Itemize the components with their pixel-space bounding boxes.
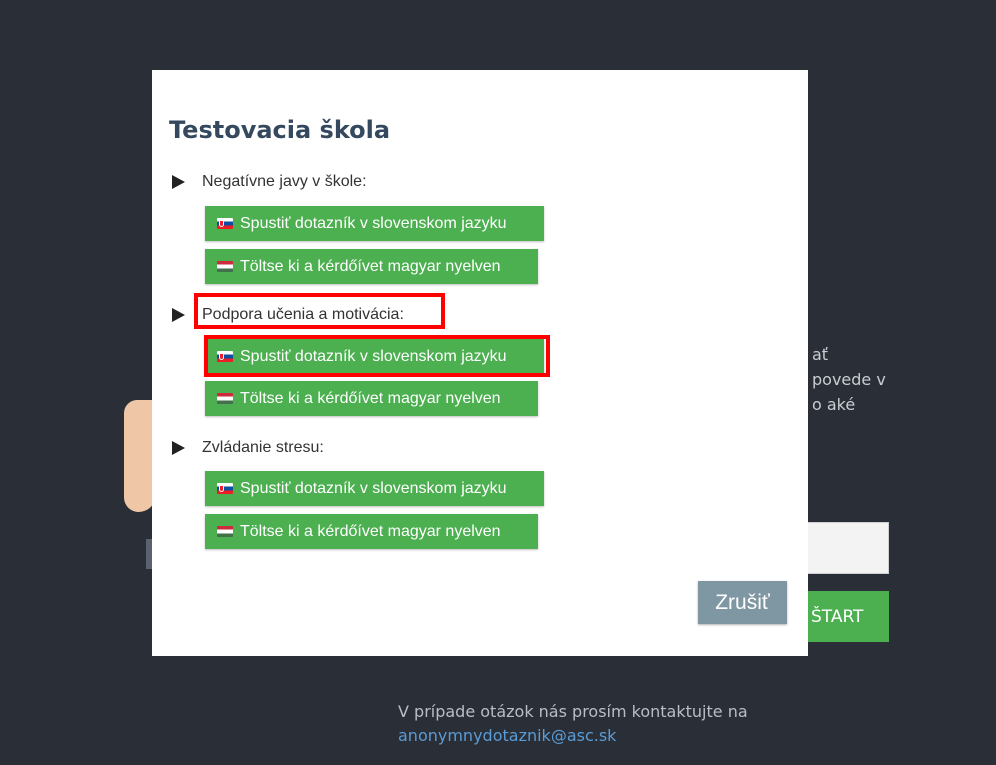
start-hungarian-survey-button[interactable]: Töltse ki a kérdőívet magyar nyelven (205, 381, 538, 416)
button-label: Spustiť dotazník v slovenskom jazyku (240, 479, 507, 497)
hungarian-flag-icon (217, 261, 233, 272)
section-learning-support: Podpora učenia a motivácia: (172, 304, 404, 326)
slovak-flag-icon (217, 218, 233, 229)
section-stress-management: Zvládanie stresu: (172, 437, 324, 459)
hungarian-flag-icon (217, 526, 233, 537)
footer-email-link[interactable]: anonymnydotaznik@asc.sk (398, 724, 748, 748)
hungarian-flag-icon (217, 393, 233, 404)
slovak-flag-icon (217, 483, 233, 494)
button-label: Töltse ki a kérdőívet magyar nyelven (240, 257, 501, 275)
footer-text: V prípade otázok nás prosím kontaktujte … (398, 702, 748, 721)
start-button[interactable]: ŠTART (806, 591, 889, 642)
section-label: Negatívne javy v škole: (202, 173, 367, 190)
start-hungarian-survey-button[interactable]: Töltse ki a kérdőívet magyar nyelven (205, 249, 538, 284)
slovak-flag-icon (217, 351, 233, 362)
section-negative-phenomena: Negatívne javy v škole: (172, 171, 367, 193)
button-label: Spustiť dotazník v slovenskom jazyku (240, 347, 507, 365)
start-slovak-survey-button[interactable]: Spustiť dotazník v slovenskom jazyku (205, 471, 544, 506)
button-label: Töltse ki a kérdőívet magyar nyelven (240, 389, 501, 407)
button-label: Spustiť dotazník v slovenskom jazyku (240, 214, 507, 232)
section-label: Zvládanie stresu: (202, 439, 324, 456)
background-text-line: o aké (812, 395, 856, 414)
section-label: Podpora učenia a motivácia: (202, 306, 404, 323)
background-text-line: ať (812, 345, 829, 364)
cancel-button[interactable]: Zrušiť (698, 581, 787, 624)
triangle-right-icon (172, 175, 185, 189)
triangle-right-icon (172, 441, 185, 455)
code-input[interactable] (806, 522, 889, 574)
footer-contact: V prípade otázok nás prosím kontaktujte … (398, 700, 748, 748)
button-label: Töltse ki a kérdőívet magyar nyelven (240, 522, 501, 540)
survey-modal: Testovacia škola Negatívne javy v škole:… (152, 70, 808, 656)
background-text-line: povede v (812, 370, 886, 389)
triangle-right-icon (172, 308, 185, 322)
modal-title: Testovacia škola (169, 116, 391, 144)
start-slovak-survey-button[interactable]: Spustiť dotazník v slovenskom jazyku (205, 206, 544, 241)
start-slovak-survey-button[interactable]: Spustiť dotazník v slovenskom jazyku (205, 339, 544, 374)
start-hungarian-survey-button[interactable]: Töltse ki a kérdőívet magyar nyelven (205, 514, 538, 549)
